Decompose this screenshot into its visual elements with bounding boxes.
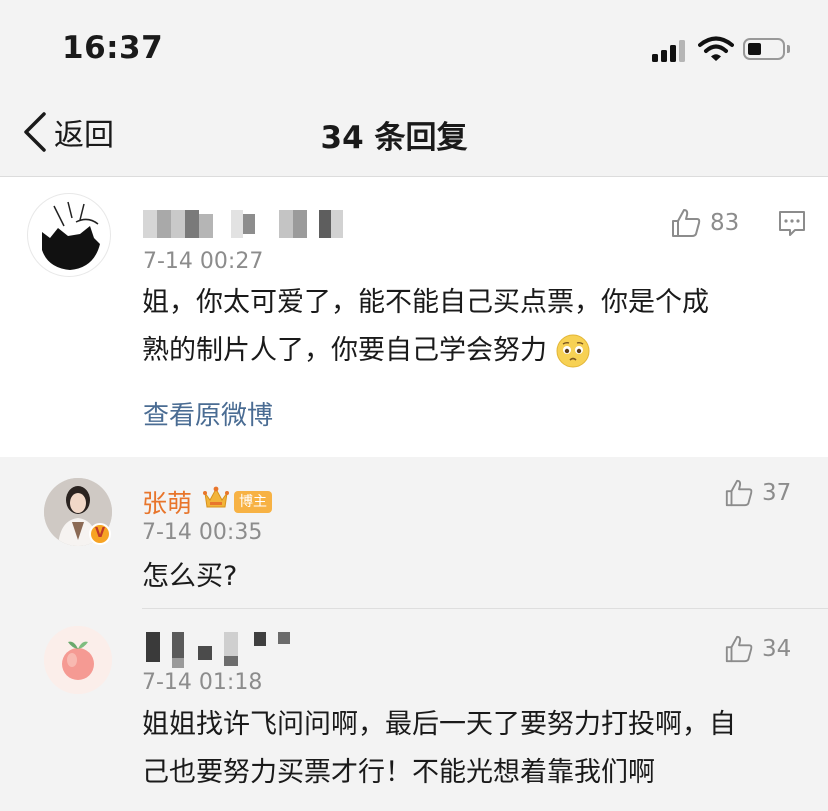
peach-icon (44, 626, 112, 694)
status-time: 16:37 (62, 30, 164, 66)
reply-text: 姐姐找许飞问问啊，最后一天了要努力打投啊，自 己也要努力买票才行！不能光想着靠我… (142, 709, 736, 788)
page-title: 34 条回复 (320, 120, 468, 156)
reply-item: 34 7-14 01:18 姐姐找许飞问问啊，最后一天了要努力打投啊，自 己也要… (0, 610, 828, 811)
reply-timestamp: 7-14 01:18 (142, 670, 263, 695)
username-pixelated[interactable] (143, 210, 343, 238)
cat-silhouette-icon (42, 201, 100, 270)
comment-timestamp: 7-14 00:27 (143, 249, 264, 274)
thumbs-up-icon (725, 635, 753, 663)
avatar[interactable] (27, 193, 111, 277)
verified-v-icon: V (89, 523, 111, 545)
reply-item: V 张萌 博主 37 7-14 00:35 怎么买? (0, 457, 828, 609)
cellular-signal-icon (652, 40, 688, 62)
crown-icon (203, 486, 229, 508)
like-button[interactable]: 34 (724, 634, 791, 664)
like-button[interactable]: 83 (670, 207, 739, 239)
avatar[interactable] (44, 626, 112, 694)
host-badge: 博主 (234, 491, 272, 513)
nav-bar: 返回 34 条回复 (0, 96, 828, 177)
thumbs-up-icon (725, 479, 753, 507)
like-count: 37 (762, 480, 792, 506)
pleading-face-icon (556, 334, 590, 368)
comment-text: 姐，你太可爱了，能不能自己买点票，你是个成 熟的制片人了，你要自己学会努力 (142, 279, 812, 375)
like-count: 34 (762, 636, 792, 662)
like-button[interactable]: 37 (724, 478, 791, 508)
thumbs-up-icon (672, 209, 701, 237)
battery-icon (743, 38, 785, 60)
username-pixelated[interactable] (146, 632, 296, 668)
reply-username[interactable]: 张萌 (142, 484, 192, 520)
status-bar: 16:37 (0, 0, 828, 96)
reply-text: 怎么买? (142, 561, 238, 592)
divider (142, 608, 828, 609)
view-original-post-link[interactable]: 查看原微博 (143, 395, 273, 432)
main-comment: 7-14 00:27 83 姐，你太可爱了，能不能自己买点票，你是个成 熟的制片… (0, 177, 828, 457)
like-count: 83 (710, 210, 740, 236)
comment-bubble-icon[interactable] (777, 209, 807, 239)
reply-timestamp: 7-14 00:35 (142, 520, 263, 545)
wifi-icon (698, 36, 734, 61)
